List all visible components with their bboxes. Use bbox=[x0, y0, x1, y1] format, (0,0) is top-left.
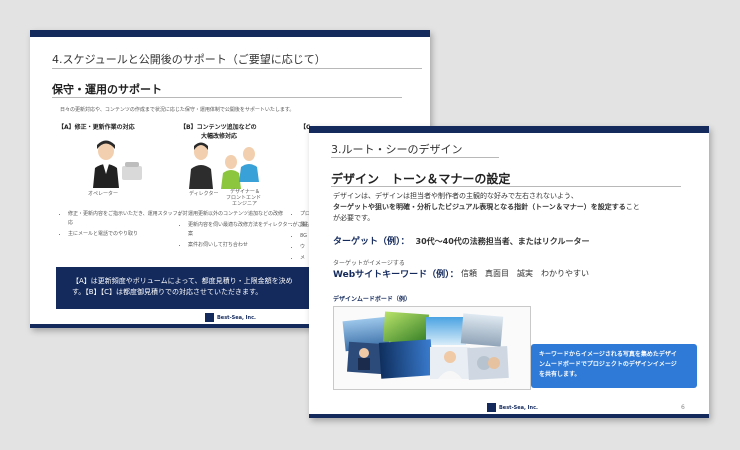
column-a-bullets: 修正・更新内容をご指示いただき、運用スタッフが対応 主にメールと電話でのやり取り bbox=[60, 210, 188, 241]
moodboard-collage bbox=[333, 306, 531, 390]
list-item: 主にメールと電話でのやり取り bbox=[68, 230, 188, 239]
target-row: ターゲット（例）： 30代〜40代の法務担当者、またはリクルーター bbox=[333, 234, 590, 247]
moodboard-photos bbox=[342, 311, 509, 381]
heading-divider bbox=[331, 186, 681, 187]
body-line-2: ターゲットや狙いを明確・分析したビジュアル表現となる指針（トーン＆マナー）を設定… bbox=[333, 202, 640, 213]
logo-mark-icon bbox=[205, 313, 214, 322]
callout-line-3: を共有します。 bbox=[539, 371, 581, 378]
director-label: ディレクター bbox=[189, 191, 219, 197]
moodboard-label: デザインムードボード（例） bbox=[333, 296, 411, 303]
heading-divider bbox=[52, 97, 402, 98]
section-heading: 保守・運用のサポート bbox=[52, 83, 162, 96]
column-b-bullets: 運用更新以外のコンテンツ追加などの改修 更新内容を伺い最適な改修方法をディレクタ… bbox=[180, 210, 308, 252]
page-number: 6 bbox=[681, 404, 685, 411]
operator-illustration bbox=[93, 140, 142, 188]
body-line-3: が必要です。 bbox=[333, 214, 375, 222]
callout-line-2: ンムードボードでプロジェクトのデザインイメージ bbox=[539, 361, 677, 368]
column-b-heading-2: 大幅改修対応 bbox=[201, 133, 238, 140]
slide-top-bar bbox=[30, 30, 430, 37]
title-divider bbox=[52, 68, 422, 69]
slide-bottom-bar bbox=[309, 414, 709, 418]
keyword-caption: ターゲットがイメージする bbox=[333, 260, 405, 267]
company-logo: Best-Sea, Inc. bbox=[487, 401, 538, 414]
keyword-list: 信頼 真面目 誠実 わかりやすい bbox=[461, 269, 589, 278]
target-value: 30代〜40代の法務担当者、またはリクルーター bbox=[415, 237, 590, 246]
slide-top-bar bbox=[309, 126, 709, 133]
team-illustration bbox=[189, 142, 259, 189]
logo-mark-icon bbox=[487, 403, 496, 412]
logo-text: Best-Sea, Inc. bbox=[217, 314, 256, 321]
slide-title: 3.ルート・シーのデザイン bbox=[331, 143, 463, 156]
target-label: ターゲット（例）： bbox=[333, 237, 410, 247]
company-logo: Best-Sea, Inc. bbox=[205, 311, 256, 324]
moodboard-callout: キーワードからイメージされる写真を集めたデザイ ンムードボードでプロジェクトのデ… bbox=[531, 344, 697, 388]
column-a-heading: 【A】修正・更新作業の対応 bbox=[58, 124, 135, 131]
logo-text: Best-Sea, Inc. bbox=[499, 404, 538, 411]
keyword-label: Webサイトキーワード（例）： bbox=[333, 270, 459, 280]
slide-design-tone[interactable]: 3.ルート・シーのデザイン デザイン トーン＆マナーの設定 デザインは、デザイン… bbox=[309, 126, 709, 418]
engineer-label: エンジニア bbox=[232, 201, 258, 207]
operator-label: オペレーター bbox=[88, 191, 119, 197]
list-item: 修正・更新内容をご指示いただき、運用スタッフが対応 bbox=[68, 210, 188, 228]
body-tail: こと bbox=[625, 203, 640, 211]
title-divider bbox=[331, 157, 499, 158]
body-emphasis: ターゲットや狙いを明確・分析したビジュアル表現となる指針（トーン＆マナー）を設定… bbox=[333, 203, 626, 211]
section-heading: デザイン トーン＆マナーの設定 bbox=[331, 172, 511, 186]
callout-line-1: キーワードからイメージされる写真を集めたデザイ bbox=[539, 351, 677, 358]
slide-title: 4.スケジュールと公開後のサポート（ご要望に応じて） bbox=[52, 53, 326, 66]
column-b-heading: 【B】コンテンツ追加などの bbox=[180, 124, 257, 131]
intro-text: 日々の更新対応や、コンテンツの作成まで状況に応じた保守・運用体制で公開後をサポー… bbox=[60, 107, 295, 113]
body-line-1: デザインは、デザインは担当者や制作者の主観的な好みで左右されないよう、 bbox=[333, 192, 578, 200]
